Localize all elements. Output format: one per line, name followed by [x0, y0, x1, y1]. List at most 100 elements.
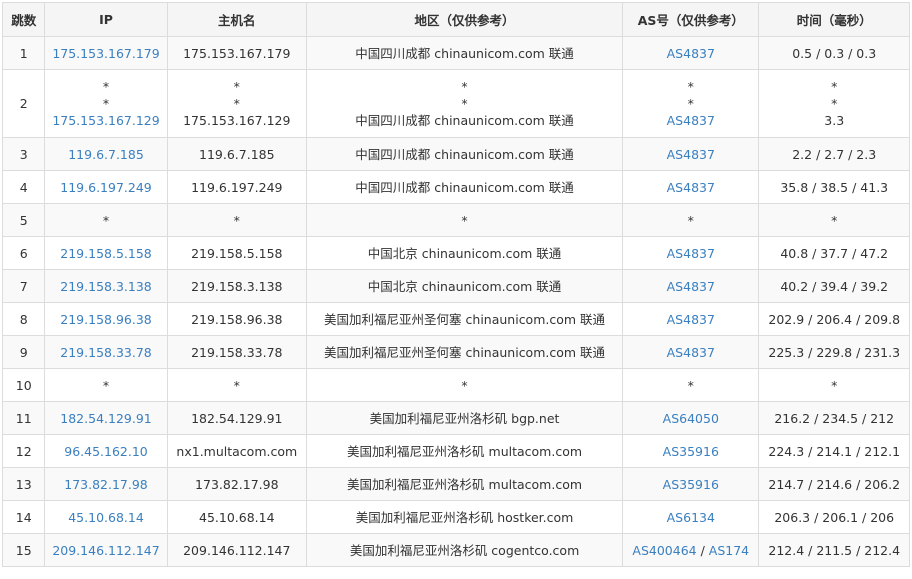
as-number-link[interactable]: AS4837: [667, 279, 715, 294]
as-number-cell: AS4837: [622, 236, 760, 270]
as-number-line: AS64050: [625, 410, 756, 427]
time-text: 216.2 / 234.5 / 212: [774, 410, 895, 426]
ip-link[interactable]: 175.153.167.129: [47, 112, 164, 129]
as-number-link[interactable]: AS35916: [663, 444, 719, 459]
as-number-line: *: [625, 212, 756, 229]
hostname-cell: 175.153.167.179: [166, 36, 307, 70]
hop-cell: 7: [1, 269, 46, 303]
as-number-line: AS4837: [625, 245, 756, 262]
table-row: 2 * * 175.153.167.129 * * 175.153.167.129 * * 中国四…: [1, 69, 910, 138]
hostname-text: 209.146.112.147: [183, 542, 291, 558]
region-text: 美国加利福尼亚州洛杉矶 multacom.com: [347, 476, 583, 492]
table-row: 12 96.45.162.10 nx1.multacom.com 美国加利福尼亚州洛杉…: [1, 434, 910, 468]
ip-link[interactable]: 209.146.112.147: [47, 542, 164, 559]
as-number-line: AS4837: [625, 112, 756, 129]
time-cell: 214.7 / 214.6 / 206.2: [758, 467, 910, 501]
as-number-link[interactable]: AS35916: [663, 477, 719, 492]
ip-link[interactable]: 219.158.5.158: [47, 245, 164, 262]
ip-cell: *: [44, 203, 168, 237]
ip-link[interactable]: 182.54.129.91: [47, 410, 164, 427]
region-text: *: [461, 212, 468, 228]
table-row: 6 219.158.5.158 219.158.5.158 中国北京 chinauni…: [1, 236, 910, 270]
table-row: 9 219.158.33.78 219.158.33.78 美国加利福尼亚州圣何塞 c…: [1, 335, 910, 369]
time-cell: 212.4 / 211.5 / 212.4: [758, 533, 910, 567]
as-number-line: AS35916: [625, 443, 756, 460]
hop-cell: 4: [1, 170, 46, 204]
time-text: 225.3 / 229.8 / 231.3: [768, 344, 901, 360]
hostname-cell: 209.146.112.147: [166, 533, 307, 567]
ip-text: *: [102, 377, 110, 393]
table-row: 3 119.6.7.185 119.6.7.185 中国四川成都 chinaunico…: [1, 137, 910, 171]
as-number-text: *: [687, 377, 694, 393]
table-row: 4 119.6.197.249 119.6.197.249 中国四川成都 chinau…: [1, 170, 910, 204]
region-text: 中国四川成都 chinaunicom.com 联通: [355, 113, 574, 128]
time-cell: 35.8 / 38.5 / 41.3: [758, 170, 910, 204]
as-number-cell: AS64050: [622, 401, 760, 435]
as-number-link[interactable]: AS64050: [663, 411, 719, 426]
time-cell: *: [758, 203, 910, 237]
time-text: *: [831, 212, 838, 228]
table-row: 14 45.10.68.14 45.10.68.14 美国加利福尼亚州洛杉矶 host…: [1, 500, 910, 534]
time-cell: 40.8 / 37.7 / 47.2: [758, 236, 910, 270]
header-ip: IP: [44, 2, 168, 37]
region-text: 美国加利福尼亚州洛杉矶 multacom.com: [347, 443, 583, 459]
ip-link[interactable]: 119.6.197.249: [47, 179, 164, 196]
ip-link[interactable]: 96.45.162.10: [47, 443, 164, 460]
as-number-link[interactable]: AS6134: [667, 510, 715, 525]
as-number-link[interactable]: AS4837: [667, 113, 715, 128]
region-cell: 美国加利福尼亚州圣何塞 chinaunicom.com 联通: [305, 335, 624, 369]
region-cell: 中国四川成都 chinaunicom.com 联通: [305, 137, 624, 171]
hostname-cell: nx1.multacom.com: [166, 434, 307, 468]
ip-link[interactable]: 219.158.33.78: [47, 344, 164, 361]
hostname-cell: 219.158.33.78: [166, 335, 307, 369]
ip-link[interactable]: 219.158.96.38: [47, 311, 164, 328]
time-text: *: [831, 377, 838, 393]
as-number-link[interactable]: AS4837: [667, 312, 715, 327]
region-text: 中国四川成都 chinaunicom.com 联通: [355, 146, 574, 162]
as-number-link[interactable]: AS4837: [667, 46, 715, 61]
hop-cell: 10: [1, 368, 46, 402]
as-number-line: AS35916: [625, 476, 756, 493]
hop-cell: 9: [1, 335, 46, 369]
as-number-link[interactable]: AS174: [709, 543, 749, 558]
time-cell: 202.9 / 206.4 / 209.8: [758, 302, 910, 336]
hostname-cell: *: [166, 368, 307, 402]
as-number-text: *: [687, 79, 694, 94]
traceroute-table: 跳数 IP 主机名 地区（仅供参考） AS号（仅供参考） 时间（毫秒） 1 175…: [1, 2, 910, 567]
as-number-line: AS4837: [625, 146, 756, 163]
region-text: 美国加利福尼亚州洛杉矶 cogentco.com: [349, 542, 580, 558]
hostname-cell: 182.54.129.91: [166, 401, 307, 435]
as-number-link[interactable]: AS400464: [632, 543, 696, 558]
as-number-cell: AS6134: [622, 500, 760, 534]
as-number-cell: AS4837: [622, 269, 760, 303]
ip-link[interactable]: 119.6.7.185: [47, 146, 164, 163]
ip-link[interactable]: 175.153.167.179: [47, 45, 164, 62]
hop-cell: 11: [1, 401, 46, 435]
ip-link[interactable]: 45.10.68.14: [47, 509, 164, 526]
hostname-text: *: [233, 79, 240, 94]
ip-cell: 209.146.112.147: [44, 533, 168, 567]
table-row: 10 * * * * *: [1, 368, 910, 402]
as-number-link[interactable]: AS4837: [667, 147, 715, 162]
ip-link[interactable]: 173.82.17.98: [47, 476, 164, 493]
as-number-link[interactable]: AS4837: [667, 345, 715, 360]
as-number-line: AS4837: [625, 278, 756, 295]
time-text: 0.5 / 0.3 / 0.3: [792, 45, 877, 61]
time-cell: *: [758, 368, 910, 402]
table-row: 11 182.54.129.91 182.54.129.91 美国加利福尼亚州洛杉矶 …: [1, 401, 910, 435]
hostname-text: *: [233, 377, 240, 393]
region-text: 中国四川成都 chinaunicom.com 联通: [355, 179, 574, 195]
as-number-link[interactable]: AS4837: [667, 180, 715, 195]
time-text: 3.3: [824, 113, 845, 128]
hostname-cell: 45.10.68.14: [166, 500, 307, 534]
hostname-cell: 219.158.5.158: [166, 236, 307, 270]
ip-link[interactable]: 219.158.3.138: [47, 278, 164, 295]
region-cell: 中国北京 chinaunicom.com 联通: [305, 269, 624, 303]
hostname-cell: 219.158.96.38: [166, 302, 307, 336]
hostname-cell: 173.82.17.98: [166, 467, 307, 501]
as-number-cell: *: [622, 368, 760, 402]
region-text: 中国四川成都 chinaunicom.com 联通: [355, 45, 574, 61]
time-cell: 216.2 / 234.5 / 212: [758, 401, 910, 435]
as-number-link[interactable]: AS4837: [667, 246, 715, 261]
table-row: 1 175.153.167.179 175.153.167.179 中国四川成都 ch…: [1, 36, 910, 70]
